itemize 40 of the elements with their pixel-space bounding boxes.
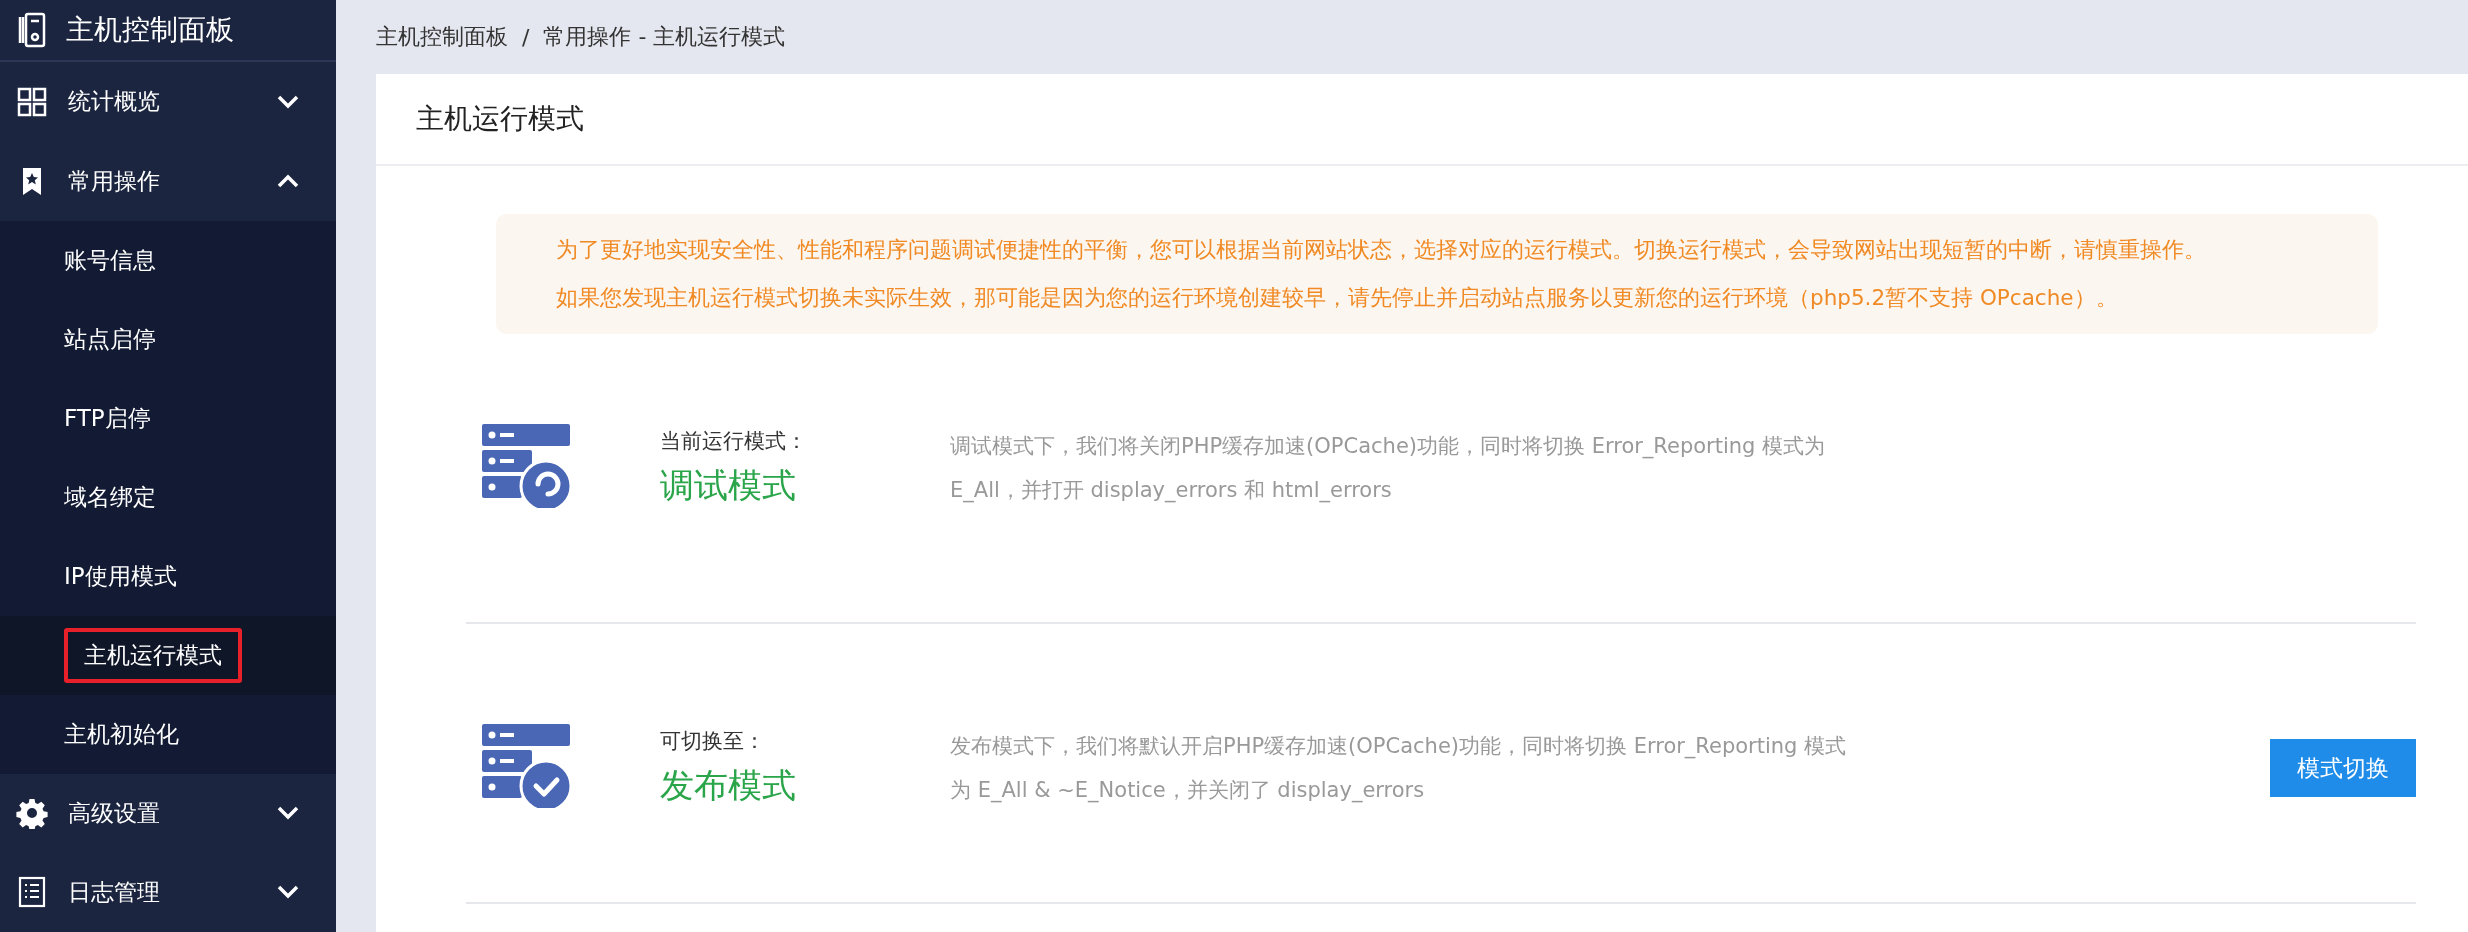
highlight-frame: 主机运行模式 xyxy=(64,627,242,683)
sidebar-item[interactable]: 域名绑定 xyxy=(0,457,336,537)
sidebar-title: 主机控制面板 xyxy=(66,12,234,49)
sidebar-section[interactable]: 常用操作 xyxy=(0,141,336,221)
chevron-icon xyxy=(276,805,300,822)
sidebar-item-label: 域名绑定 xyxy=(64,482,156,512)
sidebar-item-label: 站点启停 xyxy=(64,324,156,354)
sidebar-item[interactable]: IP使用模式 xyxy=(0,536,336,616)
sidebar-item[interactable]: 站点启停 xyxy=(0,299,336,379)
notice-text: 如果您发现主机运行模式切换未实际生效，那可能是因为您的运行环境创建较早，请先停止并启动站点服务以更新您的运行环境（php5.2暂不支持 OPcache）。 xyxy=(556,284,2119,312)
chevron-icon xyxy=(276,93,300,110)
settings-icon xyxy=(16,797,48,830)
card-title: 主机运行模式 xyxy=(376,74,2468,166)
sidebar-item-label: IP使用模式 xyxy=(64,561,177,591)
list-icon xyxy=(16,876,48,909)
sidebar-item[interactable]: 主机初始化 xyxy=(0,694,336,774)
mode-label: 当前运行模式： xyxy=(660,428,808,455)
chevron-icon xyxy=(276,173,300,190)
mode-name: 调试模式 xyxy=(660,464,797,507)
switch-mode-button[interactable]: 模式切换 xyxy=(2270,739,2416,797)
breadcrumb-item: 常用操作 - 主机运行模式 xyxy=(543,23,786,51)
sidebar-item-label: 账号信息 xyxy=(64,245,156,275)
sidebar-item[interactable]: 账号信息 xyxy=(0,220,336,300)
breadcrumb-item[interactable]: 主机控制面板 xyxy=(376,22,508,52)
sidebar-item-label: FTP启停 xyxy=(64,403,151,433)
notice-text: 为了更好地实现安全性、性能和程序问题调试便捷性的平衡，您可以根据当前网站状态，选择对应的运行模式。切换运行模式，会导致网站出现短暂的中断，请慎重操作。 xyxy=(556,236,2207,264)
mode-description: 发布模式下，我们将默认开启PHP缓存加速(OPCache)功能，同时将切换 Error_Reporting 模式为 E_All & ~E_Notice，并关闭了 display_errors xyxy=(950,733,1848,805)
chevron-icon xyxy=(276,884,300,901)
sidebar-section[interactable]: 日志管理 xyxy=(0,852,336,932)
server-icon xyxy=(18,12,46,49)
mode-description: 调试模式下，我们将关闭PHP缓存加速(OPCache)功能，同时将切换 Error_Reporting 模式为 E_All，并打开 display_errors 和 html_errors xyxy=(950,433,1827,505)
grid-icon xyxy=(16,85,48,118)
sidebar-section[interactable]: 高级设置 xyxy=(0,773,336,853)
sidebar-item[interactable]: 主机运行模式 xyxy=(0,615,336,695)
sidebar-section[interactable]: 统计概览 xyxy=(0,62,336,142)
sidebar-item[interactable]: FTP启停 xyxy=(0,378,336,458)
mode-label: 可切换至： xyxy=(660,728,766,755)
sidebar-item-label: 主机初始化 xyxy=(64,719,179,749)
breadcrumb-separator: / xyxy=(522,24,530,50)
mode-name: 发布模式 xyxy=(660,764,797,807)
